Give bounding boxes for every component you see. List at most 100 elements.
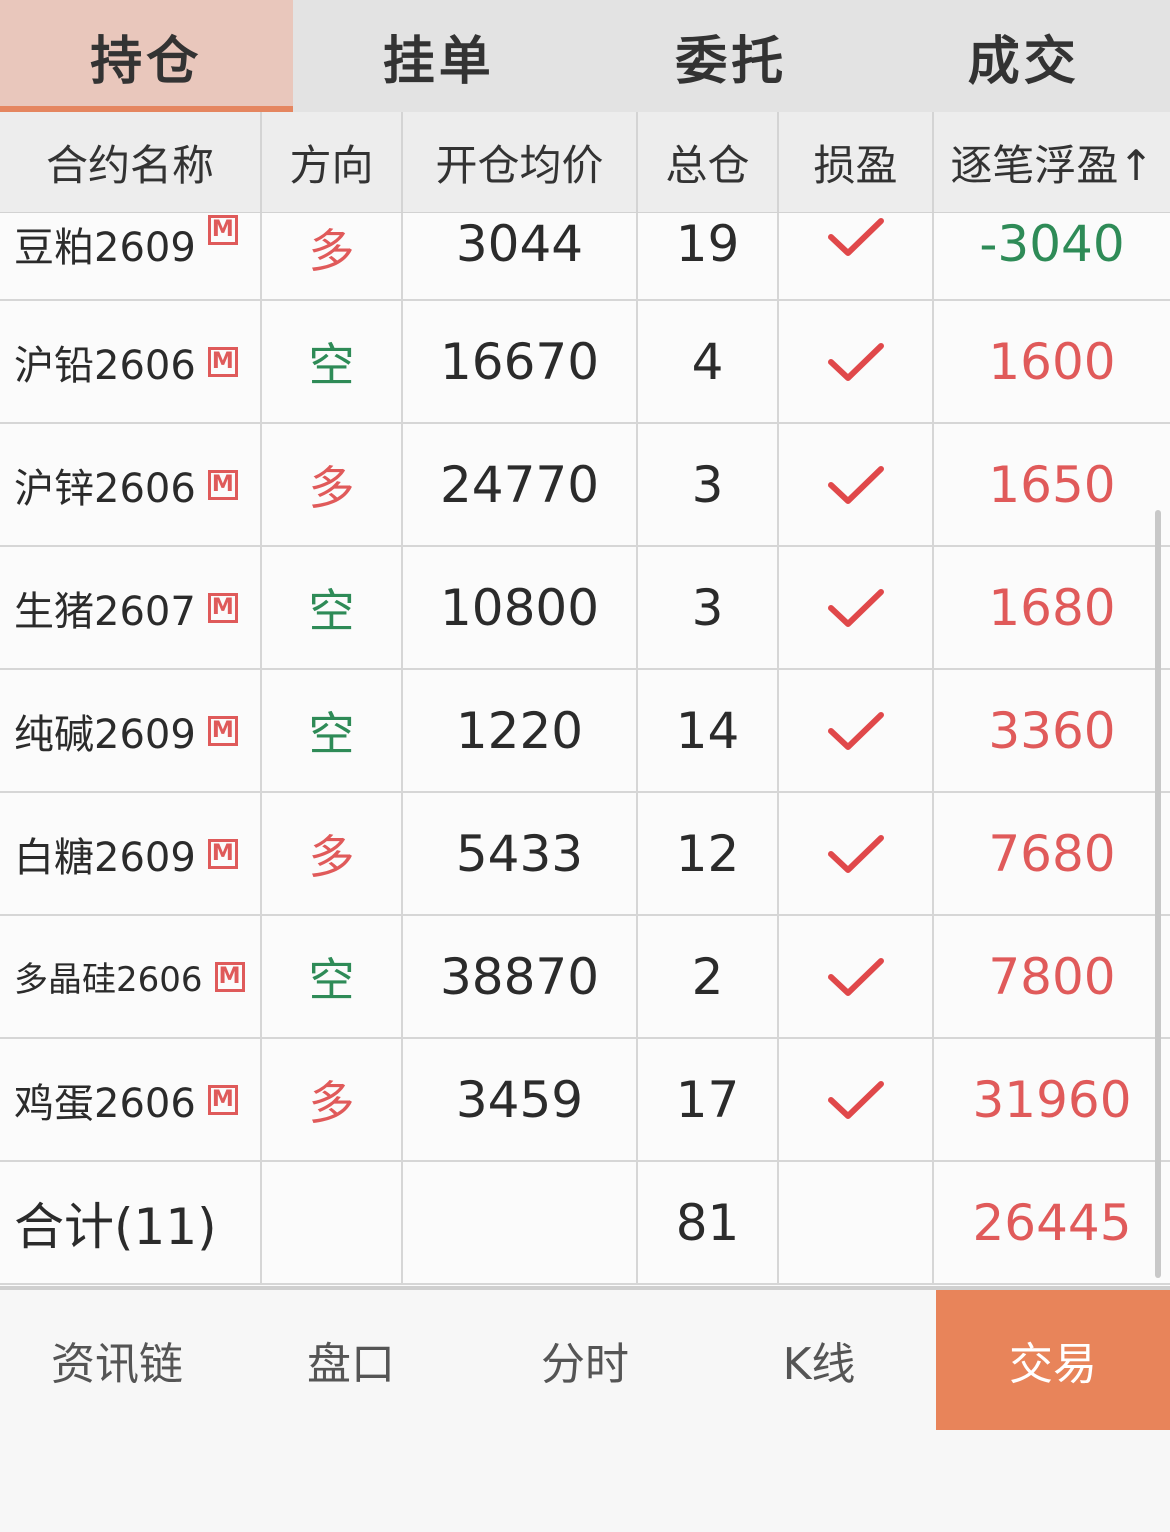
direction-label: 空 (308, 952, 355, 1007)
check-icon[interactable] (826, 340, 886, 384)
stop-profit-cell[interactable] (779, 1039, 934, 1160)
table-row[interactable]: 鸡蛋2606 M 多 3459 17 31960 (0, 1039, 1170, 1162)
direction-cell: 多 (262, 793, 403, 914)
contract-name-cell: 白糖2609 M (0, 793, 262, 914)
total-cell: 4 (638, 301, 779, 422)
column-header-direction[interactable]: 方向 (262, 112, 403, 212)
nav-timeshare[interactable]: 分时 (468, 1290, 702, 1430)
avg-price-cell: 24770 (403, 424, 638, 545)
contract-name: 生猪2607 (14, 588, 196, 635)
direction-label: 空 (308, 706, 355, 761)
floating-profit-cell: 1600 (988, 332, 1116, 391)
floating-profit-cell: 7680 (988, 824, 1116, 883)
table-row[interactable]: 生猪2607 M 空 10800 3 1680 (0, 547, 1170, 670)
m-badge-icon: M (207, 715, 238, 746)
total-cell: 3 (638, 547, 779, 668)
column-header-total[interactable]: 总仓 (638, 112, 779, 212)
column-header-stop-profit[interactable]: 损盈 (779, 112, 934, 212)
avg-price-cell: 1220 (403, 670, 638, 791)
column-header-avg-price[interactable]: 开仓均价 (403, 112, 638, 212)
column-header-contract[interactable]: 合约名称 (0, 112, 262, 212)
check-icon[interactable] (826, 215, 886, 259)
contract-name: 豆粕2609 (14, 225, 196, 271)
floating-profit-cell: 1650 (988, 455, 1116, 514)
total-cell: 14 (638, 670, 779, 791)
direction-label: 多 (308, 1075, 355, 1130)
stop-profit-cell[interactable] (779, 424, 934, 545)
floating-profit-cell: -3040 (979, 215, 1125, 273)
stop-profit-cell[interactable] (779, 213, 934, 299)
direction-cell: 空 (262, 670, 403, 791)
nav-kline[interactable]: K线 (702, 1290, 936, 1430)
direction-label: 空 (308, 583, 355, 638)
contract-name-cell: 沪铅2606 M (0, 301, 262, 422)
check-icon[interactable] (826, 1078, 886, 1122)
contract-name-cell: 生猪2607 M (0, 547, 262, 668)
tab-positions[interactable]: 持仓 (0, 0, 293, 112)
scrollbar[interactable] (1155, 510, 1161, 1278)
m-badge-icon: M (207, 215, 238, 245)
direction-cell: 空 (262, 301, 403, 422)
summary-empty-cell (262, 1162, 403, 1283)
summary-profit: 26445 (972, 1193, 1132, 1252)
direction-label: 多 (308, 224, 355, 278)
direction-cell: 多 (262, 424, 403, 545)
stop-profit-cell[interactable] (779, 301, 934, 422)
tab-pending-orders[interactable]: 挂单 (293, 0, 586, 112)
check-icon[interactable] (826, 463, 886, 507)
table-row[interactable]: 白糖2609 M 多 5433 12 7680 (0, 793, 1170, 916)
contract-name: 沪锌2606 (14, 465, 196, 512)
tab-trades[interactable]: 成交 (878, 0, 1170, 112)
avg-price-cell: 38870 (403, 916, 638, 1037)
table-row[interactable]: 纯碱2609 M 空 1220 14 3360 (0, 670, 1170, 793)
summary-empty-cell (403, 1162, 638, 1283)
contract-name: 白糖2609 (14, 834, 196, 881)
avg-price-cell: 3044 (403, 213, 638, 299)
contract-name-cell: 鸡蛋2606 M (0, 1039, 262, 1160)
check-icon[interactable] (826, 709, 886, 753)
total-cell: 2 (638, 916, 779, 1037)
check-icon[interactable] (826, 832, 886, 876)
nav-trade[interactable]: 交易 (936, 1290, 1170, 1430)
direction-cell: 空 (262, 547, 403, 668)
m-badge-icon: M (207, 346, 238, 377)
summary-row: 合计(11) 81 26445 (0, 1162, 1170, 1285)
contract-name-cell: 豆粕2609 M (0, 213, 262, 299)
floating-profit-cell: 1680 (988, 578, 1116, 637)
m-badge-icon: M (207, 592, 238, 623)
contract-name: 沪铅2606 (14, 342, 196, 389)
stop-profit-cell[interactable] (779, 916, 934, 1037)
floating-profit-cell: 31960 (972, 1070, 1132, 1129)
stop-profit-cell[interactable] (779, 670, 934, 791)
direction-label: 多 (308, 829, 355, 884)
nav-info-chain[interactable]: 资讯链 (0, 1290, 234, 1430)
summary-total: 81 (638, 1162, 779, 1283)
bottom-nav: 资讯链 盘口 分时 K线 交易 (0, 1286, 1170, 1532)
contract-name-cell: 多晶硅2606 M (0, 916, 262, 1037)
table-row[interactable]: 多晶硅2606 M 空 38870 2 7800 (0, 916, 1170, 1039)
contract-name: 纯碱2609 (14, 711, 196, 758)
table-row[interactable]: 豆粕2609 M 多 3044 19 -3040 (0, 213, 1170, 301)
check-icon[interactable] (826, 955, 886, 999)
top-tabs: 持仓 挂单 委托 成交 (0, 0, 1170, 112)
m-badge-icon: M (207, 838, 238, 869)
avg-price-cell: 10800 (403, 547, 638, 668)
table-row[interactable]: 沪锌2606 M 多 24770 3 1650 (0, 424, 1170, 547)
contract-name-cell: 纯碱2609 M (0, 670, 262, 791)
avg-price-cell: 5433 (403, 793, 638, 914)
tab-orders[interactable]: 委托 (585, 0, 878, 112)
positions-table: 豆粕2609 M 多 3044 19 -3040 沪铅2606 M 空 16670 … (0, 213, 1170, 1286)
contract-name: 鸡蛋2606 (14, 1080, 196, 1127)
total-cell: 17 (638, 1039, 779, 1160)
stop-profit-cell[interactable] (779, 547, 934, 668)
nav-order-book[interactable]: 盘口 (234, 1290, 468, 1430)
direction-cell: 多 (262, 1039, 403, 1160)
table-row[interactable]: 沪铅2606 M 空 16670 4 1600 (0, 301, 1170, 424)
summary-label: 合计(11) (0, 1162, 262, 1283)
check-icon[interactable] (826, 586, 886, 630)
m-badge-icon: M (207, 469, 238, 500)
column-header-floating-profit[interactable]: 逐笔浮盈↑ (934, 112, 1170, 212)
total-cell: 19 (638, 213, 779, 299)
direction-cell: 多 (262, 213, 403, 299)
stop-profit-cell[interactable] (779, 793, 934, 914)
